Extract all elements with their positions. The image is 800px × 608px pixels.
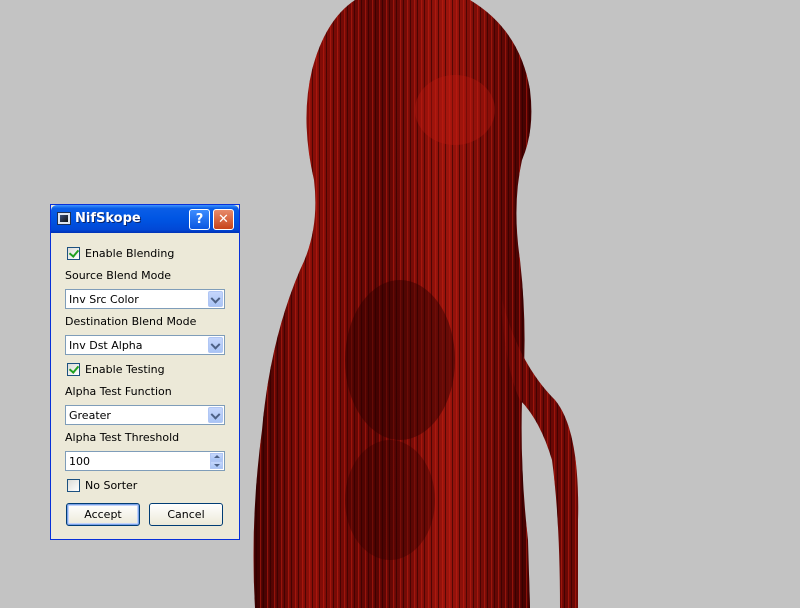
close-icon: ✕: [218, 212, 229, 227]
source-blend-value: Inv Src Color: [69, 293, 139, 306]
title-bar[interactable]: NifSkope ? ✕: [51, 205, 239, 233]
cancel-button[interactable]: Cancel: [149, 503, 223, 526]
source-blend-label: Source Blend Mode: [65, 269, 172, 282]
window-title: NifSkope: [75, 211, 141, 226]
no-sorter-checkbox[interactable]: [67, 479, 80, 492]
enable-testing-checkbox[interactable]: [67, 363, 80, 376]
chevron-down-icon[interactable]: [208, 291, 223, 307]
destination-blend-value: Inv Dst Alpha: [69, 339, 143, 352]
help-button[interactable]: ?: [189, 209, 210, 230]
no-sorter-label: No Sorter: [85, 479, 138, 492]
chevron-down-icon[interactable]: [208, 407, 223, 423]
enable-blending-label: Enable Blending: [85, 247, 175, 260]
accept-button[interactable]: Accept: [66, 503, 140, 526]
help-icon: ?: [195, 212, 204, 227]
nifskope-dialog: NifSkope ? ✕ Enable Blending Source Blen…: [50, 204, 240, 540]
close-button[interactable]: ✕: [213, 209, 234, 230]
alpha-test-function-value: Greater: [69, 409, 111, 422]
destination-blend-select[interactable]: Inv Dst Alpha: [65, 335, 225, 355]
chevron-down-icon[interactable]: [208, 337, 223, 353]
alpha-test-threshold-value[interactable]: 100: [69, 455, 90, 468]
destination-blend-label: Destination Blend Mode: [65, 315, 197, 328]
enable-testing-label: Enable Testing: [85, 363, 165, 376]
spin-up-icon[interactable]: [210, 453, 223, 461]
alpha-test-threshold-label: Alpha Test Threshold: [65, 431, 180, 444]
enable-blending-checkbox[interactable]: [67, 247, 80, 260]
alpha-test-threshold-spinbox[interactable]: 100: [65, 451, 225, 471]
spin-down-icon[interactable]: [210, 461, 223, 469]
alpha-test-function-label: Alpha Test Function: [65, 385, 172, 398]
nifskope-app-icon: [57, 212, 71, 225]
alpha-test-function-select[interactable]: Greater: [65, 405, 225, 425]
source-blend-select[interactable]: Inv Src Color: [65, 289, 225, 309]
